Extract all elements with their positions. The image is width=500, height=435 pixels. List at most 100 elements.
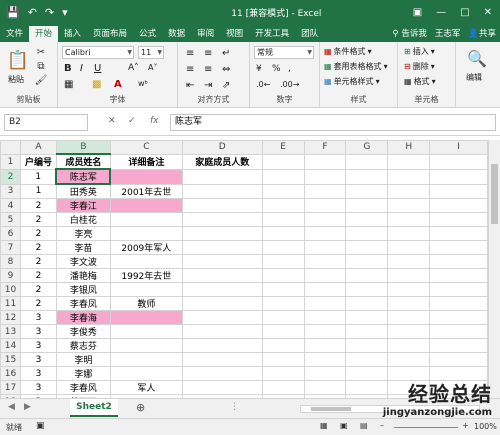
empty-cell[interactable] xyxy=(303,310,347,325)
empty-cell[interactable] xyxy=(387,254,431,269)
row-header[interactable]: 2 xyxy=(0,168,21,185)
row-header[interactable]: 7 xyxy=(0,240,21,255)
cell-c[interactable] xyxy=(109,352,183,367)
cut-icon[interactable]: ✂ xyxy=(34,46,48,58)
empty-cell[interactable] xyxy=(345,296,389,311)
empty-cell[interactable] xyxy=(303,324,347,339)
font-size-select[interactable]: 11 ▼ xyxy=(138,46,164,59)
zoom-slider[interactable] xyxy=(394,427,458,428)
cell-a[interactable]: 2 xyxy=(19,282,57,297)
empty-cell[interactable] xyxy=(345,366,389,381)
delete-button[interactable]: ⊟ 删除 ▾ xyxy=(404,61,435,72)
tab-5[interactable]: 数据 xyxy=(162,26,191,42)
underline-button[interactable]: U xyxy=(94,63,101,74)
empty-cell[interactable] xyxy=(303,268,347,283)
empty-cell[interactable] xyxy=(387,226,431,241)
vertical-scrollbar[interactable] xyxy=(488,140,500,398)
cell-d[interactable] xyxy=(181,212,263,227)
empty-cell[interactable] xyxy=(345,282,389,297)
empty-cell[interactable] xyxy=(345,310,389,325)
copy-icon[interactable]: ⧉ xyxy=(34,60,48,72)
cell-c[interactable]: 详细备注 xyxy=(109,153,183,170)
row-header[interactable]: 10 xyxy=(0,282,21,297)
sheet-prev-icon[interactable]: ◀ xyxy=(8,402,15,412)
cell-a[interactable]: 1 xyxy=(19,168,57,185)
empty-cell[interactable] xyxy=(345,198,389,213)
cell-c[interactable]: 教师 xyxy=(109,296,183,311)
format-painter-icon[interactable]: 🖌 xyxy=(34,74,48,86)
user-name[interactable]: 王志军 xyxy=(435,26,461,42)
cell-b[interactable]: 李春海 xyxy=(55,310,111,325)
row-header[interactable]: 6 xyxy=(0,226,21,241)
empty-cell[interactable] xyxy=(303,168,347,185)
empty-cell[interactable] xyxy=(303,338,347,353)
cell-d[interactable] xyxy=(181,352,263,367)
save-icon[interactable]: 💾 xyxy=(6,6,20,19)
empty-cell[interactable] xyxy=(387,310,431,325)
empty-cell[interactable] xyxy=(387,296,431,311)
insert-function-icon[interactable]: fx xyxy=(150,116,159,126)
cell-d[interactable] xyxy=(181,338,263,353)
format-button[interactable]: ▦ 格式 ▾ xyxy=(404,76,436,87)
formula-input[interactable]: 陈志军 xyxy=(170,114,496,131)
font-name-select[interactable]: Calibri ▼ xyxy=(62,46,134,59)
phonetic-icon[interactable]: wᵇ xyxy=(138,79,148,88)
percent-icon[interactable]: % xyxy=(272,64,281,74)
normal-view-icon[interactable]: ▦ xyxy=(320,421,328,430)
cell-a[interactable]: 3 xyxy=(19,366,57,381)
wrap-text-icon[interactable]: ↵ xyxy=(222,48,230,59)
cell-b[interactable]: 李春凤 xyxy=(55,296,111,311)
cell-b[interactable]: 陈志军 xyxy=(55,168,112,185)
cell-a[interactable]: 3 xyxy=(19,338,57,353)
row-header[interactable]: 3 xyxy=(0,183,21,199)
cell-c[interactable]: 2001年去世 xyxy=(109,183,183,199)
empty-cell[interactable] xyxy=(429,153,488,170)
cell-b[interactable]: 成员姓名 xyxy=(55,153,111,170)
decrease-indent-icon[interactable]: ⇤ xyxy=(186,80,194,91)
scroll-thumb[interactable] xyxy=(491,164,498,224)
customize-icon[interactable]: ▾ xyxy=(62,6,68,19)
zoom-in-icon[interactable]: + xyxy=(462,421,469,430)
empty-cell[interactable] xyxy=(345,153,389,170)
empty-cell[interactable] xyxy=(345,226,389,241)
empty-cell[interactable] xyxy=(261,212,305,227)
row-header[interactable]: 4 xyxy=(0,198,21,213)
borders-icon[interactable]: ▦ xyxy=(64,79,73,90)
empty-cell[interactable] xyxy=(387,282,431,297)
cell-d[interactable] xyxy=(181,254,263,269)
row-header[interactable]: 14 xyxy=(0,338,21,353)
empty-cell[interactable] xyxy=(387,153,431,170)
empty-cell[interactable] xyxy=(345,352,389,367)
cell-a[interactable]: 1 xyxy=(19,183,57,199)
tab-9[interactable]: 团队 xyxy=(295,26,324,42)
row-header[interactable]: 1 xyxy=(0,153,21,170)
tab-0[interactable]: 文件 xyxy=(0,26,29,42)
cell-d[interactable] xyxy=(181,380,263,395)
cell-styles-button[interactable]: ▦ 单元格样式 ▾ xyxy=(324,76,380,87)
empty-cell[interactable] xyxy=(429,226,488,241)
empty-cell[interactable] xyxy=(429,366,488,381)
cell-a[interactable]: 2 xyxy=(19,268,57,283)
cell-c[interactable] xyxy=(109,310,183,325)
currency-icon[interactable]: ¥ xyxy=(256,64,262,74)
empty-cell[interactable] xyxy=(303,198,347,213)
comma-icon[interactable]: , xyxy=(288,64,291,74)
row-header[interactable]: 13 xyxy=(0,324,21,339)
font-color-icon[interactable]: A xyxy=(114,79,122,90)
align-middle-icon[interactable]: ≡ xyxy=(204,48,212,59)
empty-cell[interactable] xyxy=(345,183,389,199)
cell-d[interactable] xyxy=(181,168,263,185)
cell-c[interactable] xyxy=(109,226,183,241)
increase-indent-icon[interactable]: ⇥ xyxy=(204,80,212,91)
empty-cell[interactable] xyxy=(261,338,305,353)
empty-cell[interactable] xyxy=(429,254,488,269)
cell-d[interactable] xyxy=(181,296,263,311)
paste-button[interactable]: 粘贴 xyxy=(8,74,24,85)
empty-cell[interactable] xyxy=(303,153,347,170)
empty-cell[interactable] xyxy=(387,168,431,185)
close-button[interactable]: ✕ xyxy=(484,7,492,18)
empty-cell[interactable] xyxy=(261,282,305,297)
empty-cell[interactable] xyxy=(261,198,305,213)
cell-c[interactable] xyxy=(109,212,183,227)
italic-button[interactable]: I xyxy=(80,63,83,74)
